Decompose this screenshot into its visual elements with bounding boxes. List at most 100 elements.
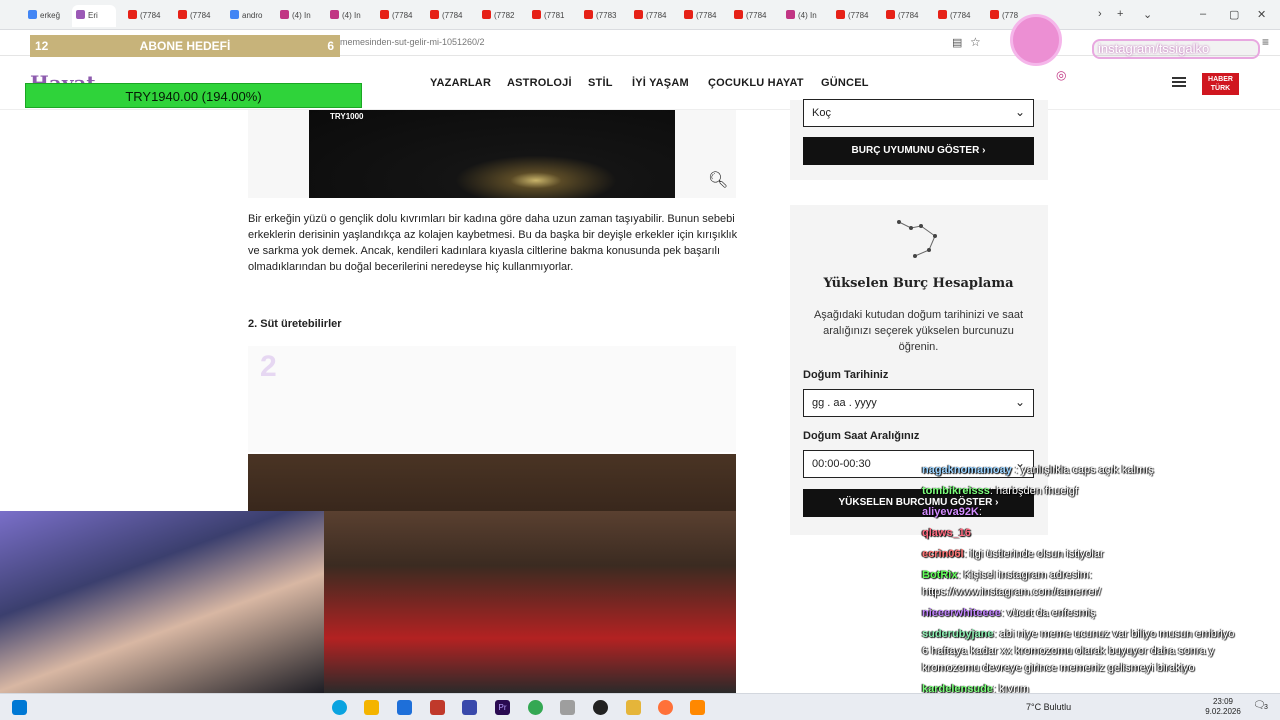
article-image <box>309 110 675 198</box>
browser-tab[interactable]: (7781 <box>528 5 574 27</box>
clock-time: 23:09 <box>1212 697 1234 706</box>
sign-select[interactable]: Koç ⌄ <box>803 99 1034 127</box>
browser-tab[interactable]: (7784 <box>630 5 676 27</box>
vlc-icon[interactable] <box>690 700 705 715</box>
obs-icon[interactable] <box>593 700 608 715</box>
browser-tab[interactable]: (7784 <box>174 5 220 27</box>
browser-tab[interactable]: (7784 <box>882 5 928 27</box>
tab-label: (7784 <box>140 11 161 20</box>
browser-tab[interactable]: (7784 <box>376 5 422 27</box>
section-number: 2 <box>260 350 277 383</box>
chat-username: nagaknomamoay <box>922 464 1015 476</box>
tab-label: (4) In <box>798 11 817 20</box>
section-number-box <box>248 346 736 452</box>
browser-tab[interactable]: (4) In <box>276 5 322 27</box>
maximize-icon[interactable]: ▢ <box>1229 8 1239 21</box>
ascendant-title: Yükselen Burç Hesaplama <box>823 276 1014 291</box>
close-window-icon[interactable]: ✕ <box>1257 8 1266 21</box>
birth-date-label: Doğum Tarihiniz <box>803 369 889 381</box>
donation-goal-bar: TRY1940.00 (194.00%) <box>25 83 362 108</box>
chrome-icon[interactable] <box>528 700 543 715</box>
new-tab-icon[interactable]: + <box>1117 8 1123 20</box>
chat-message: ecrin06l: ilgi üstlerinde olsun istiyola… <box>922 546 1104 563</box>
nav-cocuklu-hayat[interactable]: ÇOCUKLU HAYAT <box>708 77 804 89</box>
browser-tab[interactable]: (7784 <box>832 5 878 27</box>
browser-tab[interactable]: (7784 <box>426 5 472 27</box>
edge-icon[interactable] <box>332 700 347 715</box>
app-icon[interactable] <box>397 700 412 715</box>
chat-username: nieeerwhiteeee <box>922 607 1001 619</box>
tab-favicon-icon <box>836 10 845 19</box>
chat-username: suderubyjane <box>922 628 994 640</box>
minimize-icon[interactable]: – <box>1200 8 1206 20</box>
folder-icon[interactable] <box>626 700 641 715</box>
tab-favicon-icon <box>634 10 643 19</box>
firefox-icon[interactable] <box>658 700 673 715</box>
tab-label: (7781 <box>544 11 565 20</box>
browser-tab[interactable]: (4) In <box>326 5 372 27</box>
settings-app-icon[interactable] <box>560 700 575 715</box>
tab-favicon-icon <box>76 10 85 19</box>
browser-tab[interactable]: (7782 <box>478 5 524 27</box>
birth-time-value: 00:00-00:30 <box>812 458 871 470</box>
birth-date-placeholder: gg . aa . yyyy <box>812 397 877 409</box>
chat-username: tombikreisss <box>922 485 990 497</box>
chat-text: : harbşden fhueigf <box>989 485 1078 497</box>
chat-text: : abi niye meme ucunuz var biliyo musun … <box>993 628 1235 640</box>
browser-tab[interactable]: andro <box>226 5 272 27</box>
bookmark-star-icon[interactable]: ☆ <box>970 35 981 49</box>
chat-text: https://www.instagram.com/tamerrer/ <box>922 586 1102 598</box>
donation-amount-label: TRY1000 <box>330 112 364 121</box>
slack-icon[interactable] <box>462 700 477 715</box>
browser-tab-bar: erkeğ Eri (7784 (7784 andro (4) In (4) In (7784… <box>0 0 1280 30</box>
chat-message: 6 haftaya kadar xx kromozomu olarak buyu… <box>922 643 1214 660</box>
nav-yazarlar[interactable]: YAZARLAR <box>430 77 491 89</box>
tab-label: (7784 <box>696 11 717 20</box>
haberturk-logo[interactable]: HABER TÜRK <box>1202 73 1239 95</box>
browser-tab[interactable]: (7783 <box>580 5 626 27</box>
premiere-icon[interactable]: Pr <box>495 700 510 715</box>
article-paragraph: Bir erkeğin yüzü o gençlik dolu kıvrımla… <box>248 213 738 273</box>
tab-favicon-icon <box>734 10 743 19</box>
goal-target: 6 <box>327 39 334 53</box>
nav-stil[interactable]: STİL <box>588 77 613 89</box>
store-icon[interactable] <box>364 700 379 715</box>
subscriber-goal-bar: 12 ABONE HEDEFİ 6 <box>30 35 340 57</box>
browser-tab[interactable]: Eri <box>72 5 116 27</box>
url-text[interactable]: memesinden-sut-gelir-mi-1051260/2 <box>340 37 485 47</box>
chat-message: nagaknomamoay : yanlışlıkla caps açık ka… <box>922 462 1154 479</box>
tab-search-icon[interactable]: ⌄ <box>1143 8 1152 21</box>
browser-tab[interactable]: (7784 <box>680 5 726 27</box>
browser-menu-icon[interactable]: ≡ <box>1262 35 1269 49</box>
chat-message: BotRix: Kişisel instagram adresim: <box>922 567 1092 584</box>
game-icon[interactable] <box>430 700 445 715</box>
tab-favicon-icon <box>28 10 37 19</box>
chat-text: kromozomu devreye girince memeniz gelism… <box>922 662 1195 674</box>
reader-icon[interactable]: ▤ <box>952 36 962 49</box>
weather-text[interactable]: 7°C Bulutlu <box>1026 702 1071 712</box>
tab-scroll-right-icon[interactable]: › <box>1098 8 1102 20</box>
browser-tab[interactable]: (4) In <box>782 5 828 27</box>
nav-astroloji[interactable]: ASTROLOJİ <box>507 77 572 89</box>
taskbar: Pr 7°C Bulutlu 23:09 9.02.2026 🗨 3 <box>0 693 1280 720</box>
zoom-icon[interactable]: 🔍︎ <box>708 170 728 190</box>
birth-date-input[interactable]: gg . aa . yyyy ⌄ <box>803 389 1034 417</box>
chat-message: nieeerwhiteeee: vücut da enfesmiş <box>922 605 1096 622</box>
tab-favicon-icon <box>584 10 593 19</box>
instagram-icon: ◎ <box>1056 68 1067 82</box>
hamburger-menu-icon[interactable] <box>1172 77 1186 87</box>
goal-title: ABONE HEDEFİ <box>139 39 231 53</box>
chat-username: BotRix <box>922 569 958 581</box>
windows-start-icon[interactable] <box>12 700 27 715</box>
nav-iyi-yasam[interactable]: İYİ YAŞAM <box>632 77 689 89</box>
clock[interactable]: 23:09 9.02.2026 <box>1203 697 1243 717</box>
burc-uyumu-button[interactable]: BURÇ UYUMUNU GÖSTER › <box>803 137 1034 165</box>
browser-tab[interactable]: (7784 <box>934 5 980 27</box>
chat-username: ecrin06l <box>922 548 964 560</box>
tab-label: (7783 <box>596 11 617 20</box>
browser-tab[interactable]: (7784 <box>730 5 776 27</box>
browser-tab[interactable]: erkeğ <box>24 5 70 27</box>
constellation-icon <box>897 220 937 258</box>
nav-guncel[interactable]: GÜNCEL <box>821 77 869 89</box>
browser-tab[interactable]: (7784 <box>124 5 170 27</box>
